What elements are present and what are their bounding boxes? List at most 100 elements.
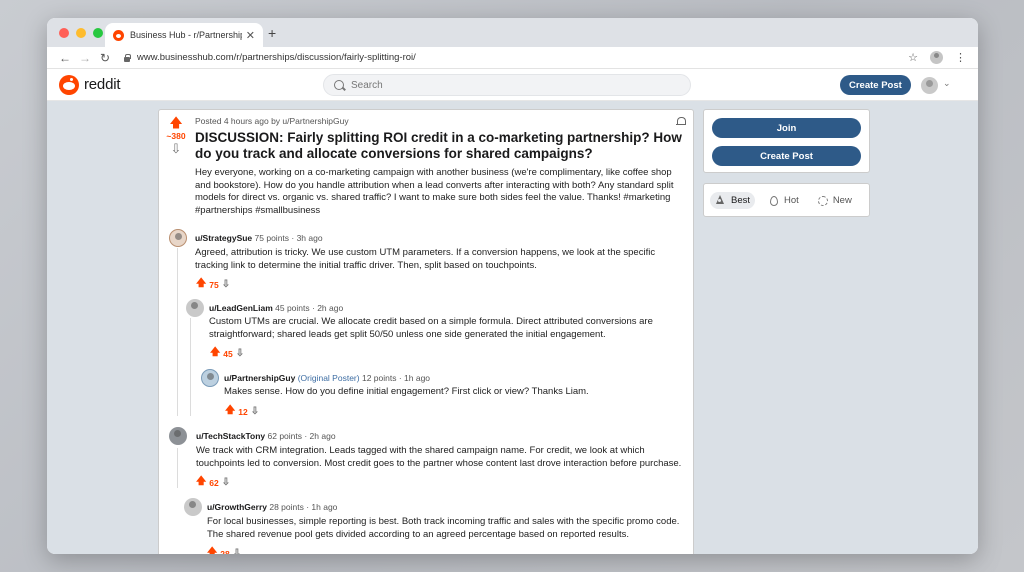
- downvote-icon[interactable]: ⇩: [222, 279, 230, 290]
- post-meta: Posted 4 hours ago by u/PartnershipGuy: [195, 116, 349, 126]
- browser-profile-icon[interactable]: [930, 51, 943, 64]
- comment-username[interactable]: u/StrategySue: [195, 233, 252, 243]
- post-title: DISCUSSION: Fairly splitting ROI credit …: [195, 130, 682, 161]
- forward-arrow-icon[interactable]: →: [75, 51, 95, 65]
- best-rocket-icon: [715, 194, 726, 206]
- comment-info: 75 points · 3h ago: [254, 233, 323, 243]
- community-actions: Join Create Post: [703, 109, 870, 173]
- search-icon: [334, 80, 344, 90]
- upvote-icon[interactable]: 🡅: [196, 474, 206, 491]
- comment-text: We track with CRM integration. Leads tag…: [196, 445, 682, 469]
- comment-info: 28 points · 1h ago: [269, 502, 338, 512]
- thread-line[interactable]: [177, 248, 178, 416]
- comment-vote: 🡅 28 ⇩: [207, 545, 241, 554]
- create-post-button[interactable]: Create Post: [712, 146, 861, 166]
- hot-flame-icon: [768, 195, 779, 206]
- notification-bell-icon[interactable]: [676, 116, 686, 127]
- search-placeholder: Search: [351, 79, 383, 91]
- original-poster-label: (Original Poster): [297, 373, 360, 383]
- comment-username[interactable]: u/TechStackTony: [196, 431, 265, 441]
- comment-username[interactable]: u/LeadGenLiam: [209, 303, 273, 313]
- comment-username[interactable]: u/GrowthGerry: [207, 502, 267, 512]
- tab-bar: Business Hub - r/Partnerships ✕ +: [47, 18, 978, 47]
- avatar[interactable]: [169, 427, 187, 445]
- browser-window: Business Hub - r/Partnerships ✕ + ← → ↻ …: [47, 18, 978, 554]
- sort-bar: Best Hot New: [703, 183, 870, 217]
- page-body: 🡅 ~380 ⇩ Posted 4 hours ago by u/Partner…: [47, 101, 978, 554]
- comment-score: 75: [209, 279, 219, 290]
- reddit-logo[interactable]: reddit: [59, 74, 121, 95]
- post-body: Hey everyone, working on a co-marketing …: [195, 167, 674, 216]
- comment-score: 28: [220, 548, 230, 555]
- upvote-icon[interactable]: 🡅: [225, 403, 235, 420]
- upvote-icon[interactable]: 🡅: [196, 276, 206, 293]
- thread-line[interactable]: [190, 318, 191, 416]
- upvote-icon[interactable]: 🡅: [165, 116, 187, 129]
- reload-icon[interactable]: ↻: [95, 51, 115, 65]
- upvote-icon[interactable]: 🡅: [210, 345, 220, 362]
- comment-score: 62: [209, 477, 219, 488]
- snoo-icon: [59, 74, 79, 95]
- comment-score: 12: [238, 406, 248, 417]
- downvote-icon[interactable]: ⇩: [222, 477, 230, 488]
- user-menu-chevron-icon[interactable]: ⌄: [943, 78, 951, 89]
- comment-header: u/LeadGenLiam 45 points · 2h ago: [209, 303, 343, 313]
- downvote-icon[interactable]: ⇩: [251, 406, 259, 417]
- url-text: www.businesshub.com/r/partnerships/discu…: [137, 52, 416, 63]
- tab-title: Business Hub - r/Partnerships: [130, 30, 242, 40]
- address-bar[interactable]: www.businesshub.com/r/partnerships/discu…: [115, 49, 908, 67]
- avatar[interactable]: [184, 498, 202, 516]
- avatar[interactable]: [169, 229, 187, 247]
- comment-text: Agreed, attribution is tricky. We use cu…: [195, 247, 656, 271]
- comment-header: u/GrowthGerry 28 points · 1h ago: [207, 502, 337, 512]
- search-input[interactable]: Search: [323, 74, 691, 96]
- comment-score: 45: [223, 348, 233, 359]
- post-vote: 🡅 ~380 ⇩: [165, 116, 187, 155]
- post-score: ~380: [166, 131, 186, 141]
- lock-icon: [123, 53, 131, 62]
- comment-header: u/StrategySue 75 points · 3h ago: [195, 233, 323, 243]
- browser-menu-icon[interactable]: ⋮: [955, 51, 966, 64]
- comment-text: For local businesses, simple reporting i…: [207, 516, 680, 540]
- thread-line[interactable]: [177, 448, 178, 488]
- comment-vote: 🡅 12 ⇩: [225, 403, 259, 420]
- bookmark-star-icon[interactable]: ☆: [908, 51, 918, 64]
- address-row: ← → ↻ www.businesshub.com/r/partnerships…: [47, 47, 978, 69]
- user-avatar[interactable]: [921, 77, 938, 94]
- browser-tab[interactable]: Business Hub - r/Partnerships ✕: [105, 23, 263, 47]
- new-tab-button[interactable]: +: [268, 25, 276, 41]
- close-window-button[interactable]: [59, 28, 69, 38]
- comment-text: Makes sense. How do you define initial e…: [224, 386, 589, 397]
- site-header: reddit Search Create Post ⌄: [47, 69, 978, 101]
- comment-vote: 🡅 62 ⇩: [196, 474, 230, 491]
- downvote-icon[interactable]: ⇩: [165, 142, 187, 155]
- comment-header: u/PartnershipGuy (Original Poster) 12 po…: [224, 373, 430, 383]
- window-controls: [59, 28, 103, 38]
- comment-username[interactable]: u/PartnershipGuy: [224, 373, 295, 383]
- comment-info: 45 points · 2h ago: [275, 303, 344, 313]
- comment-info: 62 points · 2h ago: [267, 431, 336, 441]
- avatar[interactable]: [186, 299, 204, 317]
- downvote-icon[interactable]: ⇩: [236, 348, 244, 359]
- post-card: 🡅 ~380 ⇩ Posted 4 hours ago by u/Partner…: [158, 109, 694, 554]
- maximize-window-button[interactable]: [93, 28, 103, 38]
- new-sparkle-icon: [817, 195, 828, 206]
- tab-close-icon[interactable]: ✕: [246, 29, 255, 42]
- comment-info: 12 points · 1h ago: [361, 373, 431, 383]
- avatar[interactable]: [201, 369, 219, 387]
- minimize-window-button[interactable]: [76, 28, 86, 38]
- upvote-icon[interactable]: 🡅: [207, 545, 217, 554]
- back-arrow-icon[interactable]: ←: [55, 51, 75, 65]
- comment-vote: 🡅 75 ⇩: [196, 276, 230, 293]
- sort-label: Hot: [784, 194, 799, 206]
- create-post-header-button[interactable]: Create Post: [840, 75, 911, 95]
- comment-vote: 🡅 45 ⇩: [210, 345, 244, 362]
- join-button[interactable]: Join: [712, 118, 861, 138]
- sort-hot[interactable]: Hot: [763, 192, 804, 209]
- sort-best[interactable]: Best: [710, 191, 756, 209]
- downvote-icon[interactable]: ⇩: [233, 548, 241, 554]
- reddit-wordmark: reddit: [84, 76, 121, 93]
- sort-label: New: [832, 194, 852, 206]
- sort-new[interactable]: New: [812, 192, 857, 209]
- comment-header: u/TechStackTony 62 points · 2h ago: [196, 431, 336, 441]
